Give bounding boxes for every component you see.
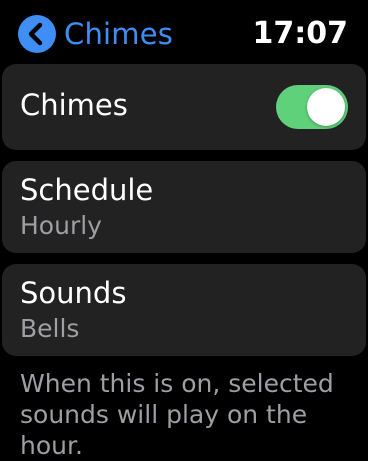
sounds-row[interactable]: Sounds Bells — [2, 264, 366, 356]
status-time: 17:07 — [252, 16, 349, 51]
back-button[interactable]: Chimes — [18, 14, 173, 54]
navigation-bar: Chimes 17:07 — [0, 0, 368, 64]
schedule-label: Schedule — [20, 173, 154, 207]
chimes-toggle[interactable] — [276, 85, 348, 129]
sounds-label: Sounds — [20, 276, 127, 310]
back-title[interactable]: Chimes — [64, 17, 173, 51]
chevron-left-icon — [28, 22, 43, 46]
chimes-label: Chimes — [20, 88, 128, 122]
chimes-row[interactable]: Chimes — [2, 64, 366, 150]
chimes-description: When this is on, selected sounds will pl… — [20, 369, 334, 460]
toggle-knob — [307, 88, 345, 126]
schedule-value: Hourly — [20, 211, 102, 240]
back-circle — [18, 15, 56, 53]
schedule-row[interactable]: Schedule Hourly — [2, 161, 366, 253]
sounds-value: Bells — [20, 314, 80, 343]
